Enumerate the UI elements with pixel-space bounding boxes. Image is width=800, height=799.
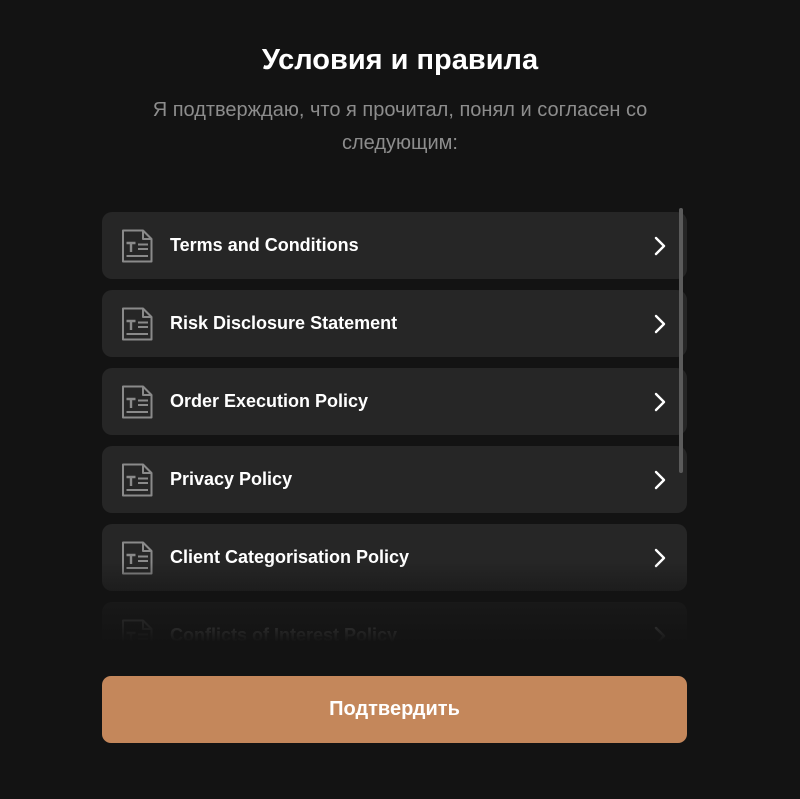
list-scrollbar[interactable] — [679, 208, 683, 473]
documents-list[interactable]: Terms and Conditions Risk Disclosure Sta… — [102, 212, 687, 642]
chevron-right-icon — [654, 314, 666, 334]
document-item-label: Terms and Conditions — [170, 235, 359, 255]
chevron-right-icon — [654, 548, 666, 568]
document-item-3[interactable]: Order Execution Policy — [102, 368, 687, 435]
page-title: Условия и правила — [261, 44, 539, 76]
page-subtitle: Я подтверждаю, что я прочитал, понял и с… — [152, 99, 648, 154]
chevron-right-icon — [654, 626, 666, 642]
document-item-5[interactable]: Client Categorisation Policy — [102, 524, 687, 591]
document-item-1[interactable]: Terms and Conditions — [102, 212, 687, 279]
document-text-icon — [122, 619, 153, 642]
document-item-label: Conflicts of Interest Policy — [170, 625, 398, 642]
document-text-icon — [122, 229, 153, 263]
document-text-icon — [122, 541, 153, 575]
documents-list-content: Terms and Conditions Risk Disclosure Sta… — [102, 212, 687, 642]
terms-screen: Условия и правила Я подтверждаю, что я п… — [0, 0, 800, 799]
confirm-button[interactable]: Подтвердить — [102, 676, 687, 743]
document-text-icon — [122, 307, 153, 341]
document-item-label: Client Categorisation Policy — [170, 547, 410, 567]
document-text-icon — [122, 385, 153, 419]
chevron-right-icon — [654, 470, 666, 490]
document-item-6[interactable]: Conflicts of Interest Policy — [102, 602, 687, 642]
document-item-label: Privacy Policy — [170, 469, 293, 489]
chevron-right-icon — [654, 392, 666, 412]
document-item-2[interactable]: Risk Disclosure Statement — [102, 290, 687, 357]
document-item-4[interactable]: Privacy Policy — [102, 446, 687, 513]
document-item-label: Order Execution Policy — [170, 391, 369, 411]
document-text-icon — [122, 463, 153, 497]
chevron-right-icon — [654, 236, 666, 256]
document-item-label: Risk Disclosure Statement — [170, 313, 398, 333]
